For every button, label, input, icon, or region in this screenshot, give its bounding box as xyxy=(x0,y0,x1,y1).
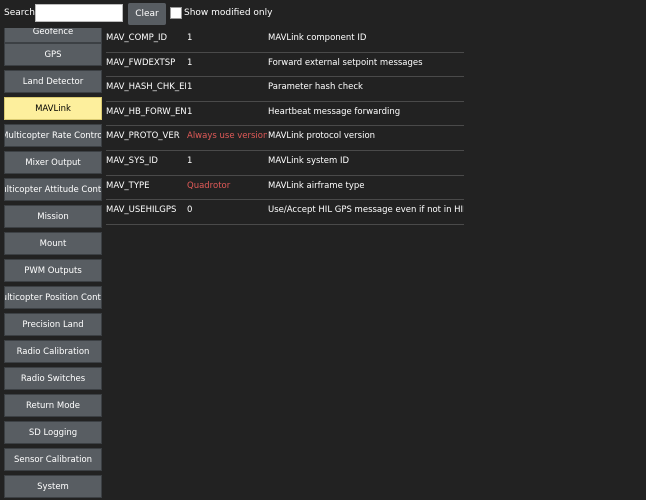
table-row[interactable]: MAV_FWDEXTSP 1 Forward external setpoint… xyxy=(106,53,464,78)
sidebar-item-label: Multicopter Position Control xyxy=(5,292,101,303)
table-row[interactable]: MAV_TYPE Quadrotor MAVLink airframe type xyxy=(106,176,464,201)
sidebar-item-label: Land Detector xyxy=(22,76,84,87)
table-row[interactable]: MAV_COMP_ID 1 MAVLink component ID xyxy=(106,28,464,53)
param-value: 1 xyxy=(187,155,193,166)
sidebar-item-label: SD Logging xyxy=(28,427,78,438)
sidebar-item-label: Mount xyxy=(39,238,67,249)
sidebar-item-radio-calibration[interactable]: Radio Calibration xyxy=(4,340,102,363)
sidebar-item-system[interactable]: System xyxy=(4,475,102,498)
param-description: MAVLink airframe type xyxy=(268,180,365,191)
sidebar-item-label: Multicopter Attitude Control xyxy=(5,184,102,195)
sidebar-item-label: Geofence xyxy=(32,28,74,37)
param-value: 1 xyxy=(187,82,193,93)
param-description: MAVLink component ID xyxy=(268,33,367,43)
sidebar-item-return-mode[interactable]: Return Mode xyxy=(4,394,102,417)
param-name: MAV_COMP_ID xyxy=(106,33,168,43)
param-description: MAVLink system ID xyxy=(268,155,350,166)
sidebar-item-radio-switches[interactable]: Radio Switches xyxy=(4,367,102,390)
param-description: Use/Accept HIL GPS message even if not i… xyxy=(268,205,464,216)
param-description: Parameter hash check xyxy=(268,82,363,93)
param-value: 1 xyxy=(187,33,193,43)
param-name: MAV_HB_FORW_EN xyxy=(106,106,186,117)
sidebar-item-mission[interactable]: Mission xyxy=(4,205,102,228)
clear-button[interactable]: Clear xyxy=(128,3,166,25)
parameter-table: MAV_COMP_ID 1 MAVLink component ID MAV_F… xyxy=(106,28,464,225)
param-value: 0 xyxy=(187,205,193,216)
param-name: MAV_TYPE xyxy=(106,180,150,191)
sidebar-item-label: GPS xyxy=(44,49,62,60)
sidebar-item-multicopter-rate-control[interactable]: Multicopter Rate Control xyxy=(4,124,102,147)
param-name: MAV_USEHILGPS xyxy=(106,205,177,216)
param-description: Forward external setpoint messages xyxy=(268,57,423,68)
sidebar-item-label: Radio Switches xyxy=(20,373,86,384)
param-value: 1 xyxy=(187,57,193,68)
table-row[interactable]: MAV_SYS_ID 1 MAVLink system ID xyxy=(106,151,464,176)
sidebar-item-label: Precision Land xyxy=(22,319,84,330)
search-input[interactable] xyxy=(35,4,123,22)
sidebar-item-label: MAVLink xyxy=(35,103,71,114)
sidebar-item-label: Radio Calibration xyxy=(16,346,90,357)
search-label: Search: xyxy=(4,8,38,18)
sidebar-item-multicopter-attitude-control[interactable]: Multicopter Attitude Control xyxy=(4,178,102,201)
param-name: MAV_HASH_CHK_EN xyxy=(106,82,186,93)
sidebar-item-pwm-outputs[interactable]: PWM Outputs xyxy=(4,259,102,282)
toolbar: Search: Clear Show modified only xyxy=(0,0,646,28)
sidebar-item-label: Mixer Output xyxy=(25,157,81,168)
group-sidebar: Geofence GPS Land Detector MAVLink Multi… xyxy=(0,28,106,500)
param-name: MAV_SYS_ID xyxy=(106,155,158,166)
param-value-modified: Always use version 2 xyxy=(187,131,267,142)
show-modified-checkbox[interactable] xyxy=(170,7,182,19)
param-description: Heartbeat message forwarding xyxy=(268,106,401,117)
sidebar-item-label: Multicopter Rate Control xyxy=(4,130,102,141)
table-row[interactable]: MAV_HASH_CHK_EN 1 Parameter hash check xyxy=(106,77,464,102)
sidebar-item-label: Mission xyxy=(37,211,69,222)
show-modified-label[interactable]: Show modified only xyxy=(184,8,272,18)
sidebar-item-geofence[interactable]: Geofence xyxy=(4,28,102,43)
sidebar-item-gps[interactable]: GPS xyxy=(4,43,102,66)
sidebar-item-multicopter-position-control[interactable]: Multicopter Position Control xyxy=(4,286,102,309)
sidebar-item-mixer-output[interactable]: Mixer Output xyxy=(4,151,102,174)
sidebar-item-label: Return Mode xyxy=(25,400,81,411)
sidebar-item-sd-logging[interactable]: SD Logging xyxy=(4,421,102,444)
param-value: 1 xyxy=(187,106,193,117)
sidebar-item-precision-land[interactable]: Precision Land xyxy=(4,313,102,336)
param-name: MAV_PROTO_VER xyxy=(106,131,180,142)
sidebar-item-sensor-calibration[interactable]: Sensor Calibration xyxy=(4,448,102,471)
sidebar-item-mount[interactable]: Mount xyxy=(4,232,102,255)
table-row[interactable]: MAV_PROTO_VER Always use version 2 MAVLi… xyxy=(106,126,464,151)
sidebar-item-land-detector[interactable]: Land Detector xyxy=(4,70,102,93)
table-row[interactable]: MAV_HB_FORW_EN 1 Heartbeat message forwa… xyxy=(106,102,464,127)
table-row[interactable]: MAV_USEHILGPS 0 Use/Accept HIL GPS messa… xyxy=(106,200,464,225)
param-description: MAVLink protocol version xyxy=(268,131,376,142)
sidebar-item-mavlink[interactable]: MAVLink xyxy=(4,97,102,120)
sidebar-item-label: Sensor Calibration xyxy=(13,454,93,465)
sidebar-item-label: PWM Outputs xyxy=(24,265,82,276)
param-name: MAV_FWDEXTSP xyxy=(106,57,176,68)
sidebar-item-label: System xyxy=(37,481,69,492)
param-value-modified: Quadrotor xyxy=(187,180,231,191)
